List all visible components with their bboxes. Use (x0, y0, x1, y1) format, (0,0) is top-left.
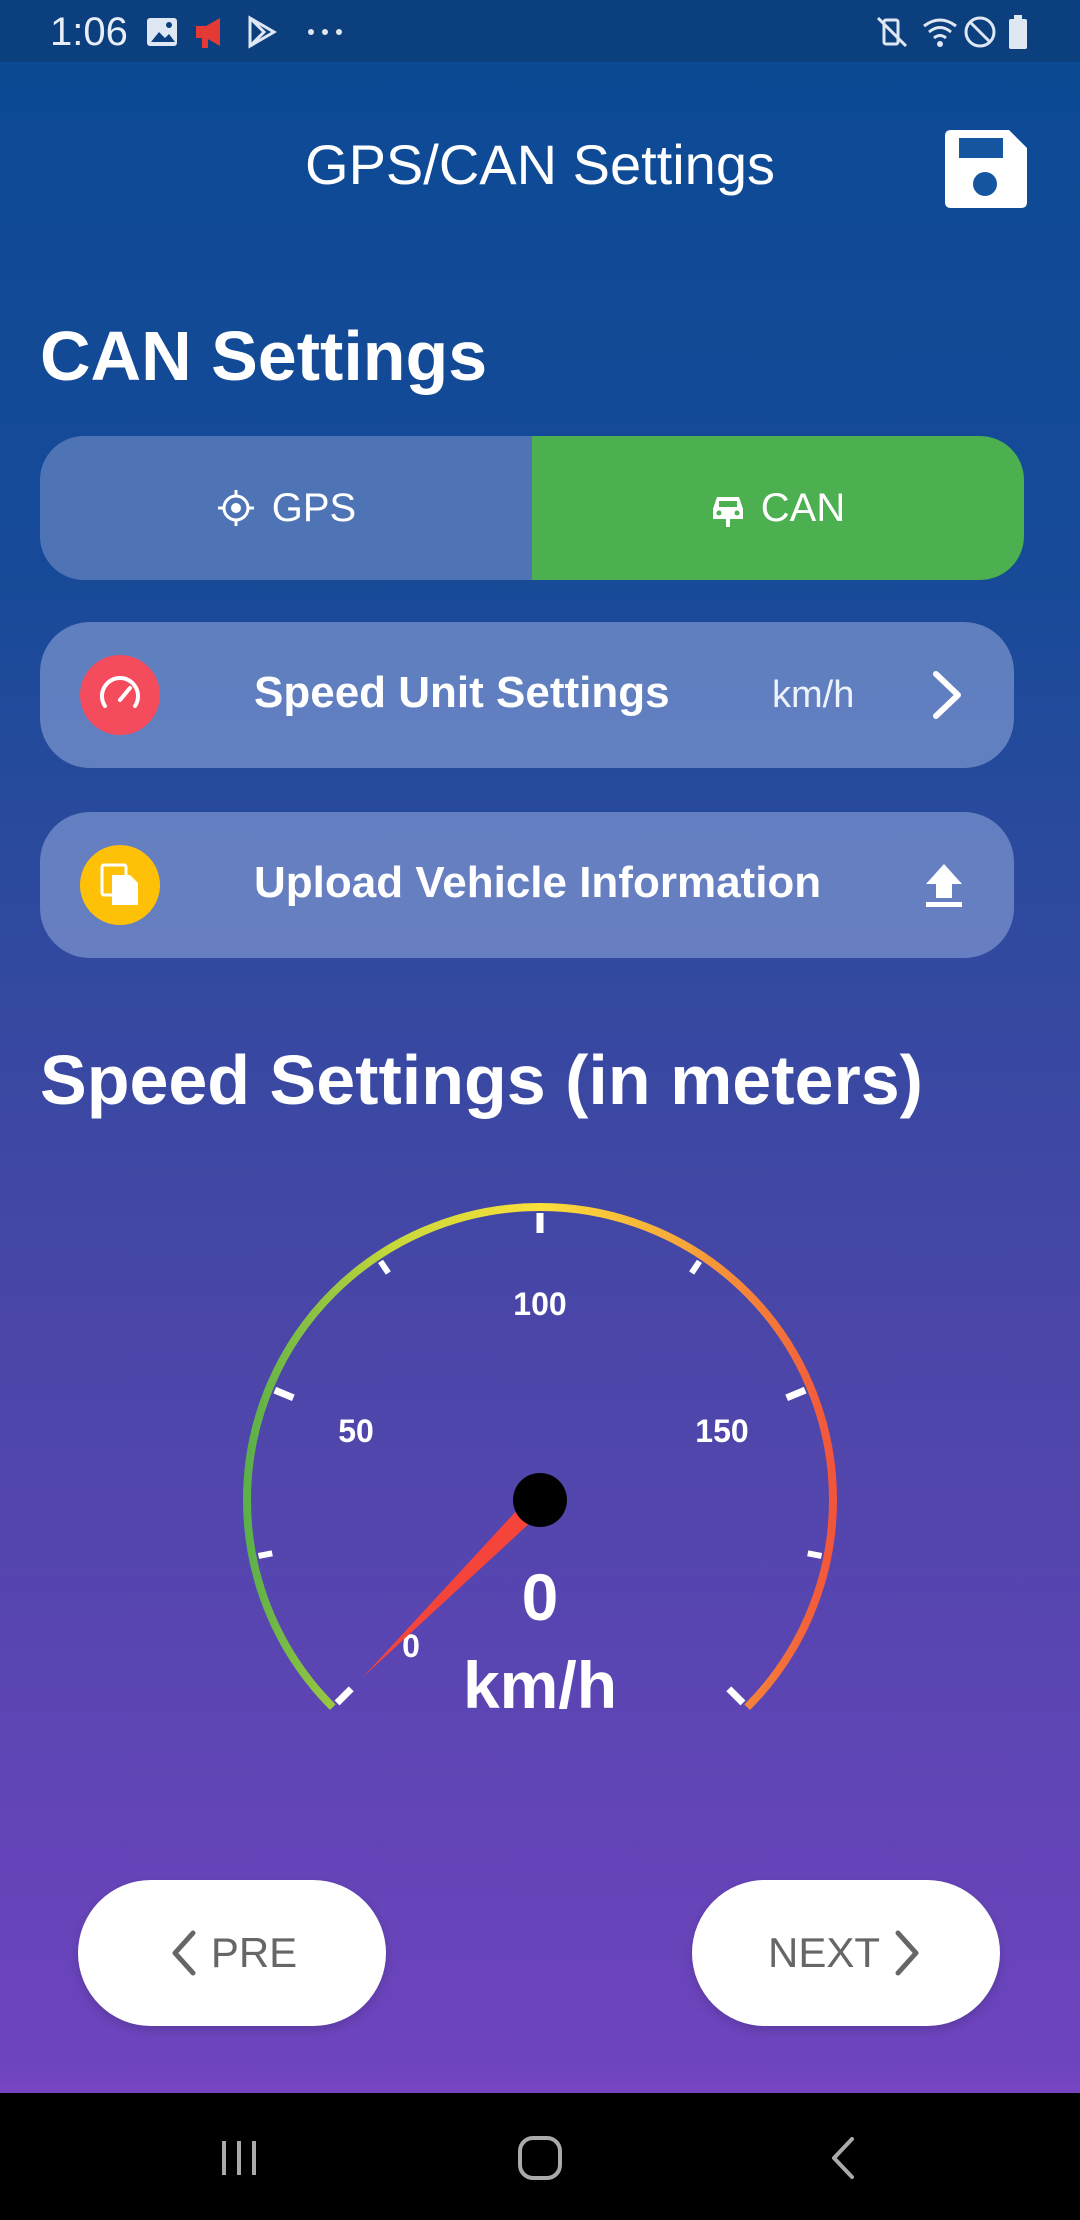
page-title: GPS/CAN Settings (305, 133, 775, 196)
chevron-right-icon (895, 1930, 919, 1976)
gauge-tick (726, 1686, 746, 1706)
document-icon (100, 863, 138, 905)
save-icon[interactable] (945, 130, 1027, 208)
recent-apps-icon[interactable] (214, 2133, 264, 2183)
gauge-tick (807, 1550, 823, 1559)
gps-target-icon (217, 490, 254, 526)
tick-label-50: 50 (338, 1413, 374, 1449)
gps-tab-label: GPS (271, 485, 357, 530)
chevron-right-icon (933, 671, 961, 719)
gauge-tick (257, 1550, 273, 1559)
speed-settings-heading: Speed Settings (in meters) (40, 1041, 923, 1119)
tick-label-100: 100 (513, 1286, 566, 1322)
battery-icon (1009, 15, 1027, 49)
system-nav-bar (0, 2093, 1080, 2220)
speedometer-gauge: 0 50 100 150 0 km/h (243, 1203, 837, 1722)
next-label: NEXT (767, 1929, 880, 1976)
dnd-icon (964, 16, 996, 48)
home-icon[interactable] (514, 2133, 566, 2183)
next-button[interactable]: NEXT (692, 1880, 1000, 2026)
gauge-tick (785, 1386, 807, 1402)
gps-tab[interactable]: GPS (40, 436, 532, 580)
gauge-tick (689, 1259, 702, 1275)
speed-unit-settings-card[interactable]: Speed Unit Settings km/h (40, 622, 1014, 768)
speed-unit-label: Speed Unit Settings (254, 668, 670, 717)
gauge-tick (273, 1386, 295, 1402)
vibrate-mute-icon (876, 16, 908, 48)
chevron-left-icon (172, 1930, 196, 1976)
status-time: 1:06 (50, 10, 128, 54)
speedometer-badge (80, 655, 160, 735)
speed-unit-value: km/h (772, 674, 855, 716)
can-settings-heading: CAN Settings (40, 317, 488, 395)
gps-can-toggle: GPS CAN (40, 436, 1024, 580)
gauge-tick (378, 1259, 391, 1275)
wifi-icon (923, 18, 957, 47)
pre-button[interactable]: PRE (78, 1880, 386, 2026)
needle-hub (513, 1473, 567, 1527)
more-dots-icon (308, 29, 342, 35)
megaphone-icon (196, 18, 220, 48)
upload-icon (926, 864, 962, 907)
can-tab[interactable]: CAN (532, 436, 1024, 580)
document-badge (80, 845, 160, 925)
back-icon[interactable] (820, 2133, 870, 2183)
upload-label: Upload Vehicle Information (254, 858, 822, 907)
pre-label: PRE (210, 1929, 298, 1976)
upload-vehicle-info-card[interactable]: Upload Vehicle Information (40, 812, 1014, 958)
tick-label-150: 150 (695, 1413, 748, 1449)
car-icon (712, 497, 743, 527)
gauge-value: 0 (522, 1560, 559, 1634)
play-store-icon (248, 15, 277, 49)
gallery-icon (147, 18, 177, 46)
speedometer-icon (100, 676, 140, 708)
status-bar: 1:06 (0, 0, 1080, 62)
gauge-tick (334, 1686, 354, 1706)
can-tab-label: CAN (760, 485, 846, 530)
gauge-unit: km/h (463, 1648, 617, 1722)
